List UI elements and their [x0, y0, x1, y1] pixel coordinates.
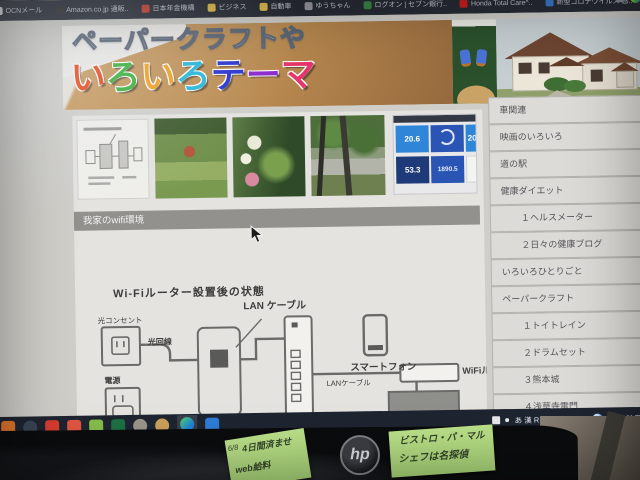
tray-app-icon — [493, 416, 501, 424]
bookmark-item[interactable]: Honda Total Care^.. — [460, 0, 533, 8]
bookmark-favicon — [55, 6, 63, 14]
bookmark-favicon — [545, 0, 553, 6]
sidebar-item-movies[interactable]: 映画のいろいろ — [488, 122, 640, 151]
sidebar-item-kumamoto-castle[interactable]: ３熊本城 — [492, 365, 640, 394]
bookmark-folder[interactable]: ビジネス — [207, 2, 246, 13]
sidebar-item-monologue[interactable]: いろいろひとりごと — [491, 257, 640, 286]
section-title-bar: 我家のwifi環境 — [74, 205, 480, 230]
thumbnail-garden-window-photo[interactable] — [310, 115, 385, 196]
label-wifi-router: WiFiルーター — [462, 363, 487, 377]
bookmark-item[interactable]: ログオン | セブン銀行.. — [363, 0, 447, 10]
sticky-left-date: 6/8 — [227, 443, 239, 454]
main-content-column: 20.6 20 53.3 1890.5 我家のwifi環境 Wi-Fiルーター設… — [72, 109, 487, 417]
sticky-right-line2: シェフは名探偵 — [398, 449, 469, 466]
chair-edge — [589, 411, 626, 480]
tray-bullet-icon — [506, 418, 510, 422]
thumbnail-health-app[interactable]: 20.6 20 53.3 1890.5 — [392, 114, 477, 195]
bookmark-item[interactable]: ゆうちゃん — [304, 0, 350, 11]
bookmark-item[interactable]: Amazon.co.jp 通販.. — [55, 4, 128, 15]
thumbnail-garden-flowers-photo[interactable] — [232, 116, 305, 197]
site-title-line2: いろいろテーマ — [70, 46, 316, 101]
health-tile-calories: 1890.5 — [431, 156, 464, 184]
papercraft-figure-image — [452, 19, 497, 104]
health-tile-list — [466, 156, 477, 183]
web-page: ペーパークラフトや いろいろテーマ — [0, 11, 640, 419]
label-optical-line: 光回線 — [148, 336, 172, 347]
health-tile-gauge — [430, 125, 463, 153]
photo-of-monitor: OCNメール Amazon.co.jp 通販.. 日本年金機構 ビジネス 自動車… — [0, 0, 640, 480]
sidebar-item-papercraft[interactable]: ペーパークラフト — [491, 284, 640, 313]
folder-icon — [207, 4, 215, 12]
sidebar-item-drum-set[interactable]: ２ドラムセット — [492, 338, 640, 367]
favorites-star-icon[interactable]: ☆ — [600, 0, 608, 4]
label-power: 電源 — [104, 375, 120, 386]
hp-logo: hp — [340, 435, 380, 475]
bookmark-favicon — [0, 7, 3, 15]
label-smartphone: スマートフォン — [350, 359, 416, 374]
sidebar-item-michinoeki[interactable]: 道の駅 — [489, 149, 640, 178]
thumbnail-field-photo[interactable] — [154, 117, 227, 198]
folder-icon — [259, 3, 267, 11]
sidebar-item-health-meter[interactable]: １ヘルスメーター — [490, 203, 640, 232]
sidebar-item-health-diet[interactable]: 健康ダイエット — [489, 176, 640, 205]
window-frame-bar — [340, 115, 353, 195]
sticky-left-line2: web給料 — [235, 460, 272, 477]
sticky-left-line1: 4日間済ませ — [241, 436, 292, 455]
health-app-titlebar — [393, 115, 477, 123]
gauge-circle — [439, 129, 455, 145]
sticky-right-line1: ビストロ・パ・マル — [399, 430, 485, 448]
bookmark-favicon — [460, 0, 468, 8]
bookmark-folder[interactable]: 自動車 — [259, 1, 291, 12]
health-tile-weight: 53.3 — [396, 156, 429, 184]
thumbnail-wifi-diagram[interactable] — [76, 119, 149, 200]
extensions-icon[interactable] — [615, 0, 623, 2]
label-lan-cable-top: LAN ケーブル — [243, 296, 306, 312]
sticky-note-right: ビストロ・パ・マル シェフは名探偵 — [389, 424, 496, 477]
monitor-screen: OCNメール Amazon.co.jp 通販.. 日本年金機構 ビジネス 自動車… — [0, 0, 640, 453]
window-frame-bar — [317, 116, 326, 196]
mouse-cursor — [250, 225, 263, 244]
bookmark-favicon — [363, 1, 371, 9]
label-lan-cable-bottom: LANケーブル — [326, 377, 370, 389]
bookmark-favicon — [141, 5, 149, 13]
bookmark-item[interactable]: 日本年金機構 — [141, 3, 194, 14]
label-optical-outlet: 光コンセント — [97, 315, 142, 327]
sidebar-item-cars[interactable]: 車関連 — [488, 95, 640, 124]
sidebar-item-toy-train[interactable]: １トイトレイン — [491, 311, 640, 340]
health-tile-partial: 20 — [465, 125, 476, 152]
banner-background: ペーパークラフトや いろいろテーマ — [62, 20, 453, 110]
bookmark-item[interactable]: OCNメール — [0, 5, 42, 16]
bookmark-favicon — [304, 2, 312, 10]
sidebar-item-health-blog[interactable]: ２日々の健康ブログ — [490, 230, 640, 259]
japanese-house-papercraft-image — [496, 17, 640, 103]
profile-avatar[interactable] — [630, 0, 640, 3]
health-tile-bmi: 20.6 — [395, 125, 428, 153]
